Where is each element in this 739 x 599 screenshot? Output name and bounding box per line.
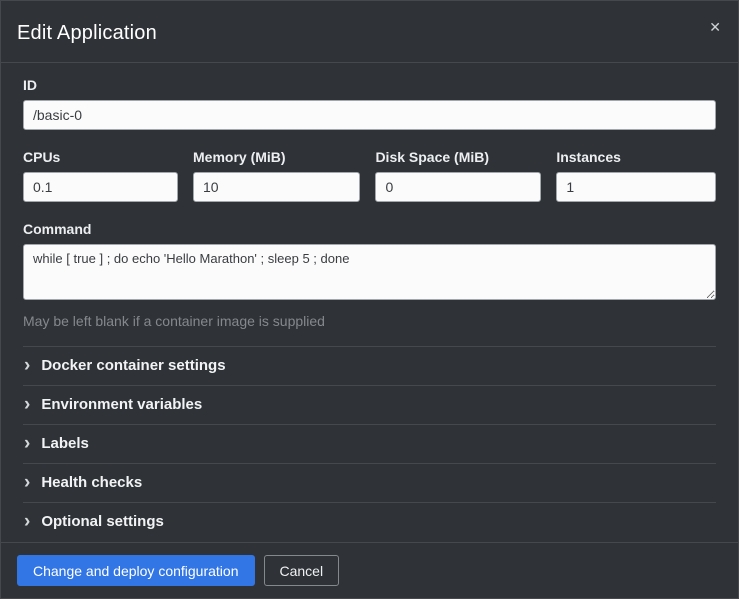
cancel-button[interactable]: Cancel	[264, 555, 340, 586]
chevron-right-icon: ›	[24, 398, 30, 412]
chevron-right-icon: ›	[24, 437, 30, 451]
memory-label: Memory (MiB)	[193, 149, 360, 165]
section-health-checks[interactable]: › Health checks	[23, 463, 716, 502]
instances-field-group: Instances	[556, 149, 716, 202]
command-label: Command	[23, 221, 716, 237]
section-label: Environment variables	[41, 396, 202, 413]
disk-field-group: Disk Space (MiB)	[375, 149, 541, 202]
id-label: ID	[23, 77, 716, 93]
command-textarea[interactable]: while [ true ] ; do echo 'Hello Marathon…	[23, 244, 716, 300]
command-help-text: May be left blank if a container image i…	[23, 313, 716, 329]
resources-row: CPUs Memory (MiB) Disk Space (MiB) Insta…	[23, 149, 716, 202]
chevron-right-icon: ›	[24, 359, 30, 373]
section-environment-variables[interactable]: › Environment variables	[23, 385, 716, 424]
instances-input[interactable]	[556, 172, 716, 202]
section-label: Labels	[41, 435, 89, 452]
section-labels[interactable]: › Labels	[23, 424, 716, 463]
chevron-right-icon: ›	[24, 476, 30, 490]
memory-input[interactable]	[193, 172, 360, 202]
close-icon[interactable]: ✕	[707, 18, 723, 36]
cpus-input[interactable]	[23, 172, 178, 202]
cpus-label: CPUs	[23, 149, 178, 165]
section-label: Health checks	[41, 474, 142, 491]
memory-field-group: Memory (MiB)	[193, 149, 360, 202]
collapsible-sections: › Docker container settings › Environmen…	[23, 346, 716, 541]
disk-label: Disk Space (MiB)	[375, 149, 541, 165]
section-docker-container-settings[interactable]: › Docker container settings	[23, 346, 716, 385]
section-label: Optional settings	[41, 513, 164, 530]
section-optional-settings[interactable]: › Optional settings	[23, 502, 716, 541]
modal-body: ID CPUs Memory (MiB) Disk Space (MiB) In…	[1, 63, 738, 542]
modal-header: Edit Application ✕	[1, 1, 738, 63]
modal-footer: Change and deploy configuration Cancel	[1, 542, 738, 598]
section-label: Docker container settings	[41, 357, 225, 374]
instances-label: Instances	[556, 149, 716, 165]
page-title: Edit Application	[17, 22, 722, 45]
cpus-field-group: CPUs	[23, 149, 178, 202]
id-field-group: ID	[23, 77, 716, 130]
command-field-group: Command while [ true ] ; do echo 'Hello …	[23, 221, 716, 329]
edit-application-modal: Edit Application ✕ ID CPUs Memory (MiB) …	[0, 0, 739, 599]
id-input[interactable]	[23, 100, 716, 130]
change-and-deploy-button[interactable]: Change and deploy configuration	[17, 555, 255, 586]
chevron-right-icon: ›	[24, 515, 30, 529]
disk-input[interactable]	[375, 172, 541, 202]
